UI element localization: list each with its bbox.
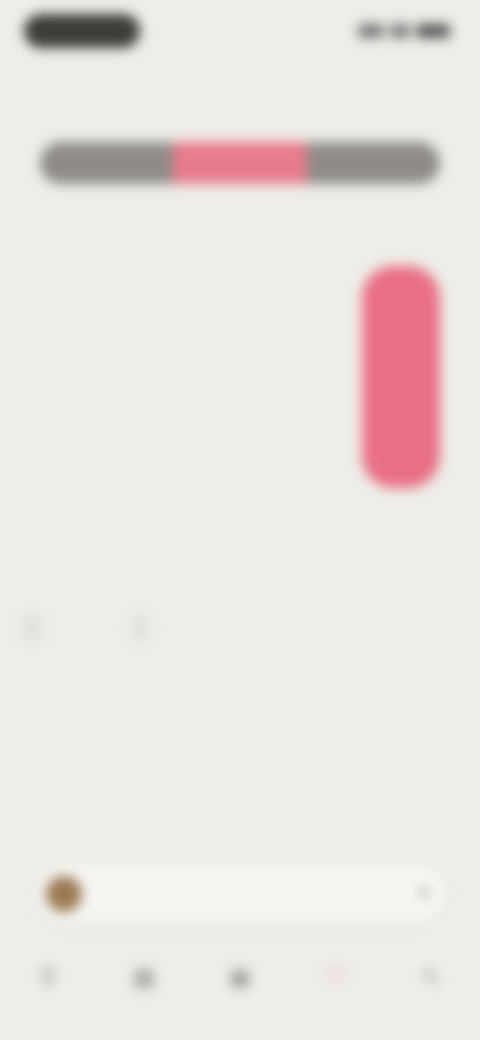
battery-icon: [416, 24, 450, 38]
day-column[interactable]: [292, 466, 332, 474]
filter-chip[interactable]: [22, 614, 42, 642]
segment-1[interactable]: [40, 142, 173, 184]
page-title: [170, 76, 310, 98]
person-icon: ⚲: [39, 963, 57, 991]
mini-player[interactable]: ≡: [36, 864, 446, 924]
tab-profile[interactable]: ⚲: [18, 963, 78, 998]
segment-3[interactable]: [307, 142, 440, 184]
tab-favorites[interactable]: ♡: [306, 963, 366, 998]
wifi-icon: [390, 24, 410, 38]
heart-icon: ♡: [325, 963, 347, 991]
tab-calendar[interactable]: ▣: [210, 963, 270, 998]
more-icon: ↖: [421, 963, 443, 991]
segmented-control[interactable]: [40, 142, 440, 184]
calendar-icon: ▣: [228, 963, 252, 991]
day-column[interactable]: [108, 466, 148, 474]
tab-grid[interactable]: ▦: [114, 963, 174, 998]
day-column[interactable]: [198, 466, 238, 474]
avatar: [46, 876, 82, 912]
tab-bar: ⚲ ▦ ▣ ♡ ↖: [0, 940, 480, 1020]
list-item[interactable]: [24, 690, 456, 718]
highlighted-day-bar[interactable]: [362, 266, 440, 488]
signal-icon: [358, 24, 384, 38]
status-pill: [24, 14, 140, 48]
list-item[interactable]: [24, 756, 456, 784]
tab-more[interactable]: ↖: [402, 963, 462, 998]
menu-icon[interactable]: ≡: [418, 882, 430, 905]
day-column: [381, 466, 421, 474]
grid-icon: ▦: [132, 963, 156, 991]
filter-chip[interactable]: [130, 614, 150, 642]
list-item[interactable]: [24, 822, 456, 850]
segment-2[interactable]: [173, 142, 307, 184]
status-icons: [358, 20, 450, 42]
